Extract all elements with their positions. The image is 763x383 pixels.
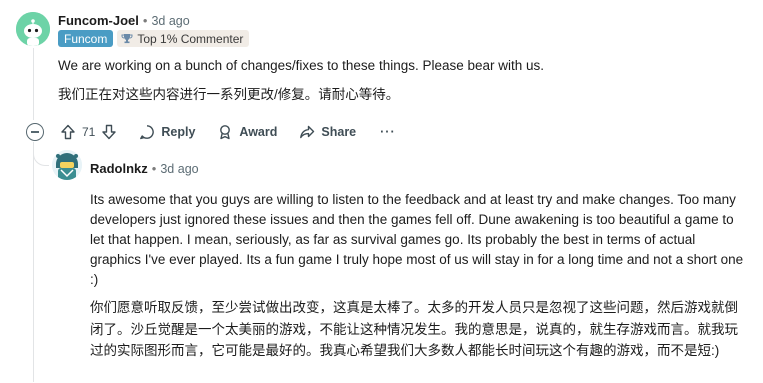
award-label: Award [239, 125, 278, 139]
comment-body-zh: 我们正在对这些内容进行一系列更改/修复。请耐心等待。 [58, 87, 400, 102]
reply-user-avatar[interactable] [52, 150, 82, 180]
vote-group: 71 [60, 124, 117, 140]
snoo-avatar-icon [16, 12, 50, 46]
thread-line [33, 48, 34, 120]
share-button[interactable]: Share [299, 124, 356, 140]
flair-top-commenter-badge: Top 1% Commenter [117, 30, 250, 47]
separator-dot: • [142, 13, 148, 28]
downvote-arrow-icon[interactable] [101, 124, 117, 140]
reply-meta: Radolnkz • 3d ago [90, 161, 199, 176]
reply-button[interactable]: Reply [139, 124, 195, 140]
speech-bubble-icon [140, 125, 155, 140]
share-arrow-icon [300, 125, 315, 139]
more-dots-icon[interactable]: ··· [380, 125, 396, 139]
reply-separator-dot: • [151, 161, 157, 176]
thread-branch [33, 150, 49, 166]
comment-meta: Funcom-Joel • 3d ago [58, 13, 190, 28]
reply-username[interactable]: Radolnkz [90, 161, 148, 176]
award-medal-icon [220, 125, 231, 140]
reply-body-en: Its awesome that you guys are willing to… [90, 192, 744, 287]
reply-body-zh: 你们愿意听取反馈，至少尝试做出改变，这真是太棒了。太多的开发人员只是忽视了这些问… [90, 300, 738, 358]
user-flairs: Funcom Top 1% Commenter [58, 30, 250, 47]
comment-body-en: We are working on a bunch of changes/fix… [58, 58, 545, 73]
upvote-arrow-icon[interactable] [60, 124, 76, 140]
username[interactable]: Funcom-Joel [58, 13, 139, 28]
user-avatar[interactable] [16, 12, 50, 46]
reply-timestamp[interactable]: 3d ago [160, 162, 198, 176]
flair-team-badge: Funcom [58, 30, 114, 47]
snoo-helmet-avatar-icon [52, 150, 82, 180]
trophy-icon [121, 34, 133, 44]
timestamp[interactable]: 3d ago [151, 14, 189, 28]
award-button[interactable]: Award [217, 124, 277, 140]
share-label: Share [321, 125, 357, 139]
flair-top-commenter-label: Top 1% Commenter [137, 31, 244, 46]
comment-action-bar: 71 Reply Award Share ··· [26, 121, 396, 143]
thread-line-lower [33, 142, 34, 382]
vote-count: 71 [82, 125, 96, 139]
reply-label: Reply [161, 125, 196, 139]
collapse-minus-icon[interactable] [26, 123, 44, 141]
